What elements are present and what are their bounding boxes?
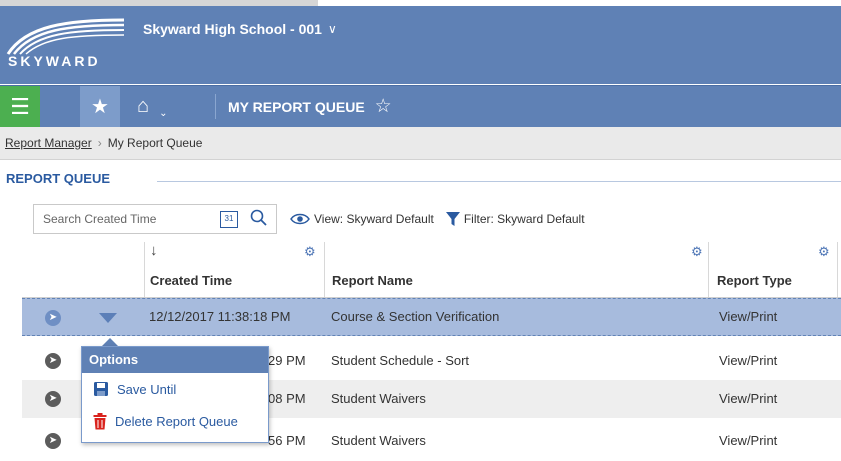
menu-item-delete-report-queue[interactable]: Delete Report Queue: [93, 413, 238, 430]
gear-icon[interactable]: ⚙: [818, 244, 830, 260]
view-selector[interactable]: View: Skyward Default: [290, 212, 434, 226]
open-report-icon[interactable]: ➤: [45, 310, 61, 326]
save-icon: [94, 382, 108, 396]
page-title-text: MY REPORT QUEUE: [228, 98, 365, 115]
search-box: 31: [33, 204, 277, 234]
open-report-icon[interactable]: ➤: [45, 391, 61, 407]
calendar-icon[interactable]: 31: [220, 211, 238, 228]
menu-item-label: Delete Report Queue: [115, 414, 238, 429]
filter-label: Filter: Skyward Default: [463, 212, 585, 226]
sort-descending-icon: ↓: [150, 242, 158, 259]
breadcrumb-current: My Report Queue: [107, 136, 203, 150]
search-icon[interactable]: [249, 208, 269, 228]
cell-created-time: 08 PM: [268, 391, 306, 406]
school-name: Skyward High School - 001: [143, 21, 322, 37]
cell-report-type: View/Print: [719, 433, 778, 448]
favorites-star-icon[interactable]: ★: [80, 86, 120, 127]
cell-created-time: 56 PM: [268, 433, 306, 448]
section-title: REPORT QUEUE: [6, 171, 111, 186]
breadcrumb-separator: ›: [97, 136, 102, 150]
table-row[interactable]: ➤ 12/12/2017 11:38:18 PM Course & Sectio…: [22, 298, 841, 336]
chevron-down-icon: ∨: [327, 22, 337, 36]
filter-funnel-icon: [445, 212, 460, 226]
gear-icon[interactable]: ⚙: [304, 244, 316, 260]
menu-item-label: Save Until: [117, 381, 177, 397]
cell-created-time: 29 PM: [268, 353, 306, 368]
cell-report-type: View/Print: [719, 309, 778, 324]
gear-icon[interactable]: ⚙: [691, 244, 703, 260]
view-label: View: Skyward Default: [314, 212, 434, 226]
grid-header: ↓ Created Time ⚙ Report Name ⚙ Report Ty…: [22, 242, 841, 298]
column-header-created-time[interactable]: ↓ Created Time ⚙: [145, 242, 324, 297]
hamburger-menu-icon[interactable]: ☰: [0, 86, 40, 127]
open-report-icon[interactable]: ➤: [45, 433, 61, 449]
page-title: MY REPORT QUEUE ☆: [228, 86, 392, 127]
cell-report-name: Student Waivers: [331, 391, 426, 406]
grid-toolbar: 31 View: Skyward Default Filter: Skyward…: [33, 204, 585, 234]
cell-report-name: Student Waivers: [331, 433, 426, 448]
nav-divider: [215, 94, 216, 119]
open-report-icon[interactable]: ➤: [45, 353, 61, 369]
nav-bar: ☰ ★ ⌂ ⌄ MY REPORT QUEUE ☆: [0, 85, 841, 127]
column-header-report-name[interactable]: Report Name ⚙: [325, 242, 708, 297]
cell-report-name: Course & Section Verification: [331, 309, 500, 324]
chevron-down-icon: ⌄: [159, 108, 168, 119]
search-input[interactable]: [34, 211, 215, 227]
cell-report-type: View/Print: [719, 353, 778, 368]
cell-report-type: View/Print: [719, 391, 778, 406]
logo-swoosh-icon: [6, 18, 125, 55]
logo-text: SKYWARD: [8, 53, 101, 69]
cell-created-time: 12/12/2017 11:38:18 PM: [149, 309, 291, 324]
trash-icon: [93, 413, 107, 430]
cell-report-name: Student Schedule - Sort: [331, 353, 470, 368]
home-button[interactable]: ⌂ ⌄: [133, 86, 217, 127]
school-selector[interactable]: Skyward High School - 001 ∨: [143, 21, 337, 37]
section-divider: [157, 181, 841, 182]
column-header-report-type[interactable]: Report Type ⚙: [709, 242, 837, 297]
menu-item-save-until[interactable]: Save Until: [93, 381, 176, 397]
popup-title: Options: [82, 347, 268, 373]
column-header-label: Created Time: [150, 273, 233, 288]
breadcrumb-report-manager[interactable]: Report Manager: [5, 136, 92, 150]
filter-selector[interactable]: Filter: Skyward Default: [445, 211, 585, 227]
column-divider: [837, 242, 838, 297]
add-favorite-star-icon[interactable]: ☆: [375, 95, 392, 118]
column-header-label: Report Name: [332, 273, 413, 288]
eye-icon: [290, 213, 310, 225]
column-header-label: Report Type: [717, 273, 792, 288]
row-options-dropdown-icon[interactable]: [99, 313, 117, 323]
app-header: SKYWARD Skyward High School - 001 ∨: [0, 6, 841, 84]
home-icon: ⌂: [137, 95, 150, 117]
row-options-popup: Options Save Until Delete Report Queue: [81, 346, 269, 443]
breadcrumb: Report Manager › My Report Queue: [0, 127, 841, 160]
